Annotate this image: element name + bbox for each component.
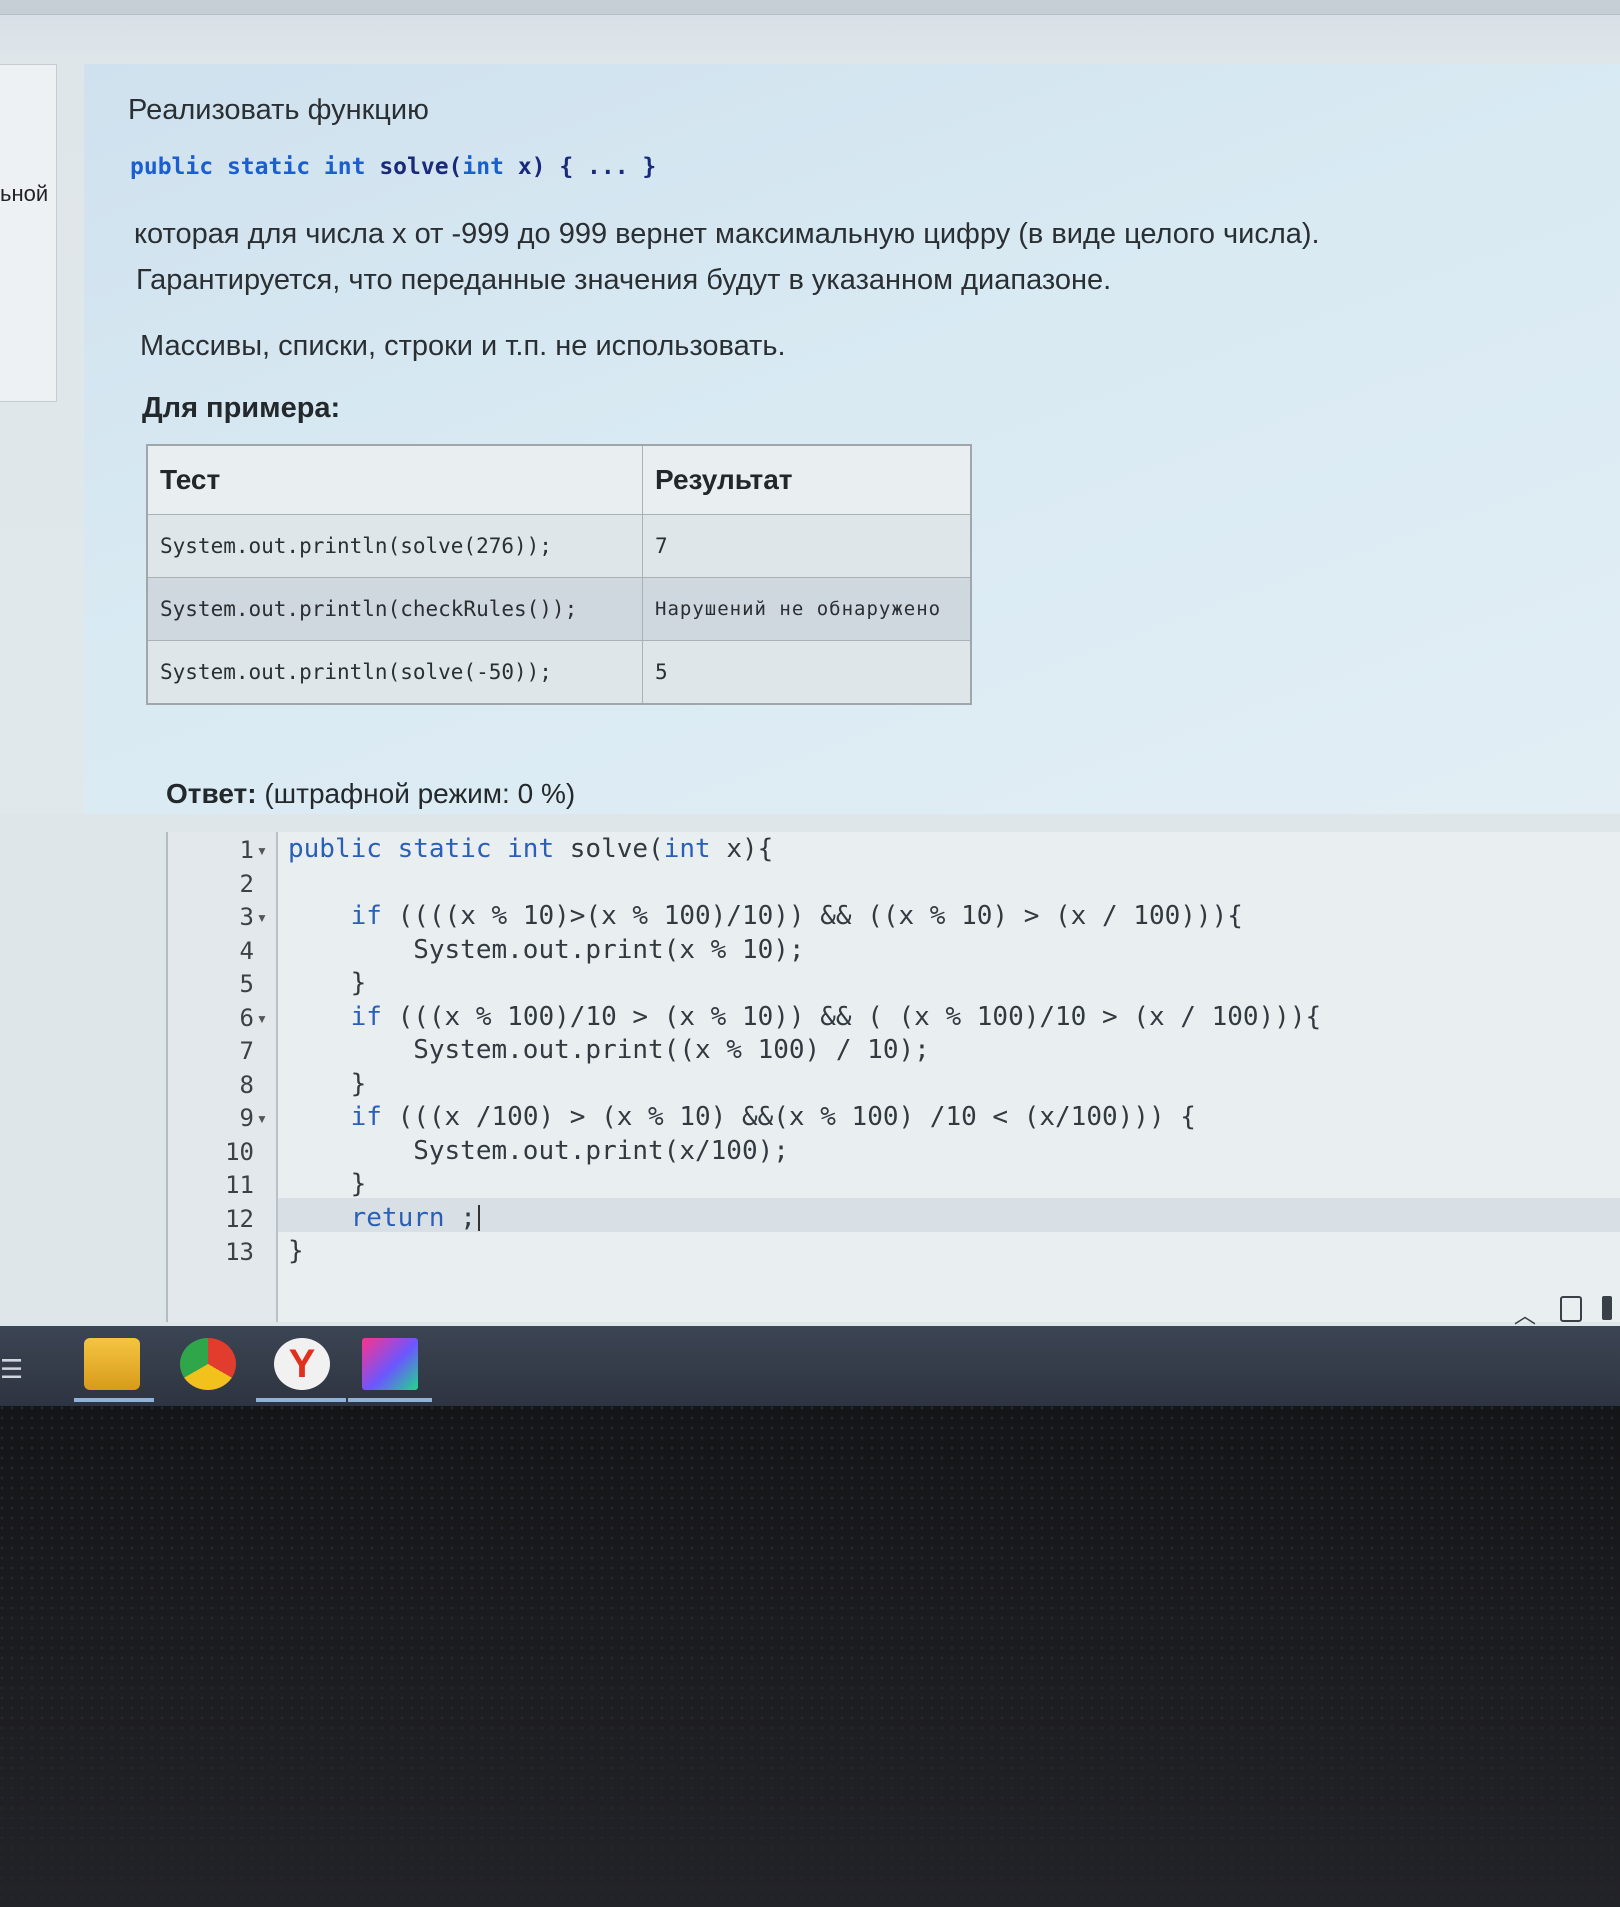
fold-arrow-icon[interactable]: ▼ xyxy=(256,844,268,858)
battery-icon[interactable] xyxy=(1602,1296,1612,1320)
line-number: 1 xyxy=(239,836,254,864)
line-number: 12 xyxy=(225,1204,254,1233)
file-explorer-indicator xyxy=(74,1398,154,1402)
line-number: 3 xyxy=(239,903,254,931)
intellij-indicator xyxy=(348,1398,432,1402)
keyword-token: if xyxy=(350,1102,382,1132)
result-cell: 5 xyxy=(642,640,972,705)
table-row: System.out.println(checkRules()); Наруше… xyxy=(146,577,972,641)
result-cell: Нарушений не обнаружено xyxy=(642,577,972,641)
code-line[interactable]: public static int solve(int x){ xyxy=(288,834,773,864)
left-sidebar-panel[interactable]: ьной xyxy=(0,64,57,402)
answer-label: Ответ: xyxy=(166,778,257,809)
file-explorer-icon[interactable] xyxy=(84,1338,140,1390)
line-number: 13 xyxy=(225,1238,254,1266)
intellij-idea-icon[interactable] xyxy=(362,1338,418,1390)
question-block: Реализовать функцию public static int so… xyxy=(84,64,1620,824)
text-caret xyxy=(477,1205,480,1231)
sig-rest: x) { ... } xyxy=(517,154,657,180)
sig-kw-static: static xyxy=(226,154,311,180)
sidebar-partial-label: ьной xyxy=(0,181,49,206)
sig-name: solve( xyxy=(379,154,463,180)
code-line[interactable]: } xyxy=(288,968,367,998)
sig-kw-int: int xyxy=(323,154,366,180)
test-cell: System.out.println(solve(-50)); xyxy=(146,640,643,705)
chrome-icon[interactable] xyxy=(180,1338,236,1390)
code-line[interactable]: } xyxy=(288,1069,367,1099)
code-line[interactable]: } xyxy=(288,1236,304,1266)
fold-arrow-icon[interactable]: ▼ xyxy=(256,1012,268,1026)
line-number: 5 xyxy=(239,970,254,998)
header-result: Результат xyxy=(642,444,972,515)
code-editor[interactable]: 1 ▼ 2 3 ▼ 4 5 6 ▼ 7 8 9 ▼ 10 11 12 13 public static int … xyxy=(166,832,1620,1322)
code-line[interactable]: if ((((x % 10)>(x % 100)/10)) && ((x % 1… xyxy=(288,901,1243,931)
yandex-browser-icon[interactable]: Y xyxy=(274,1338,330,1390)
keyword-token: int xyxy=(663,834,711,864)
keyword-token: public xyxy=(288,834,382,864)
line-number: 2 xyxy=(239,869,254,898)
sig-kw-public: public xyxy=(130,154,214,180)
table-row: System.out.println(solve(-50)); 5 xyxy=(146,640,972,705)
yandex-indicator xyxy=(256,1398,346,1402)
keyword-token: int xyxy=(507,834,555,864)
screen: ьной Реализовать функцию public static i… xyxy=(0,0,1620,1400)
answer-label-row: Ответ: (штрафной режим: 0 %) xyxy=(166,778,575,810)
description-line-1: которая для числа x от -999 до 999 верне… xyxy=(134,218,1320,250)
keyword-token: if xyxy=(350,901,382,931)
line-number: 6 xyxy=(239,1003,254,1032)
keyword-token: return xyxy=(350,1202,445,1233)
table-header-row: Тест Результат xyxy=(146,444,972,515)
network-icon[interactable] xyxy=(1560,1296,1582,1322)
line-number-gutter: 1 ▼ 2 3 ▼ 4 5 6 ▼ 7 8 9 ▼ 10 11 12 13 xyxy=(168,832,278,1322)
code-line[interactable]: if (((x /100) > (x % 10) &&(x % 100) /10… xyxy=(288,1102,1196,1132)
fold-arrow-icon[interactable]: ▼ xyxy=(256,911,268,925)
line-number: 9 xyxy=(239,1104,254,1132)
examples-table: Тест Результат System.out.println(solve(… xyxy=(146,444,972,705)
line-number: 7 xyxy=(239,1037,254,1065)
line-number: 4 xyxy=(239,936,254,965)
test-cell: System.out.println(solve(276)); xyxy=(146,514,643,578)
code-line[interactable]: } xyxy=(288,1169,367,1199)
result-cell: 7 xyxy=(642,514,972,578)
code-line[interactable]: return ; xyxy=(288,1203,482,1233)
window-top-strip xyxy=(0,0,1620,15)
task-title: Реализовать функцию xyxy=(128,94,429,126)
penalty-mode: (штрафной режим: 0 %) xyxy=(264,778,576,809)
code-line[interactable]: System.out.print(x/100); xyxy=(288,1136,789,1166)
taskbar: ☰ xyxy=(0,1326,1620,1406)
header-test: Тест xyxy=(146,444,643,515)
examples-title: Для примера: xyxy=(142,392,341,424)
description-line-2: Гарантируется, что переданные значения б… xyxy=(136,264,1112,296)
table-row: System.out.println(solve(276)); 7 xyxy=(146,514,972,578)
line-number: 10 xyxy=(225,1137,254,1166)
function-signature: public static int solve(int x) { ... } xyxy=(130,154,656,180)
line-number: 11 xyxy=(225,1171,254,1199)
code-line[interactable]: System.out.print((x % 100) / 10); xyxy=(288,1035,930,1065)
fold-arrow-icon[interactable]: ▼ xyxy=(256,1112,268,1126)
line-number: 8 xyxy=(239,1070,254,1099)
sig-param-type: int xyxy=(462,154,504,180)
test-cell: System.out.println(checkRules()); xyxy=(146,577,643,641)
code-line[interactable]: if (((x % 100)/10 > (x % 10)) && ( (x % … xyxy=(288,1001,1322,1032)
start-icon[interactable]: ☰ xyxy=(0,1356,30,1382)
keyword-token: static xyxy=(397,834,492,864)
keyword-token: if xyxy=(350,1001,382,1032)
system-tray[interactable]: ︿ xyxy=(1500,1296,1620,1328)
restriction-text: Массивы, списки, строки и т.п. не исполь… xyxy=(140,330,786,362)
laptop-bezel xyxy=(0,1406,1620,1907)
code-line[interactable]: System.out.print(x % 10); xyxy=(288,935,804,965)
